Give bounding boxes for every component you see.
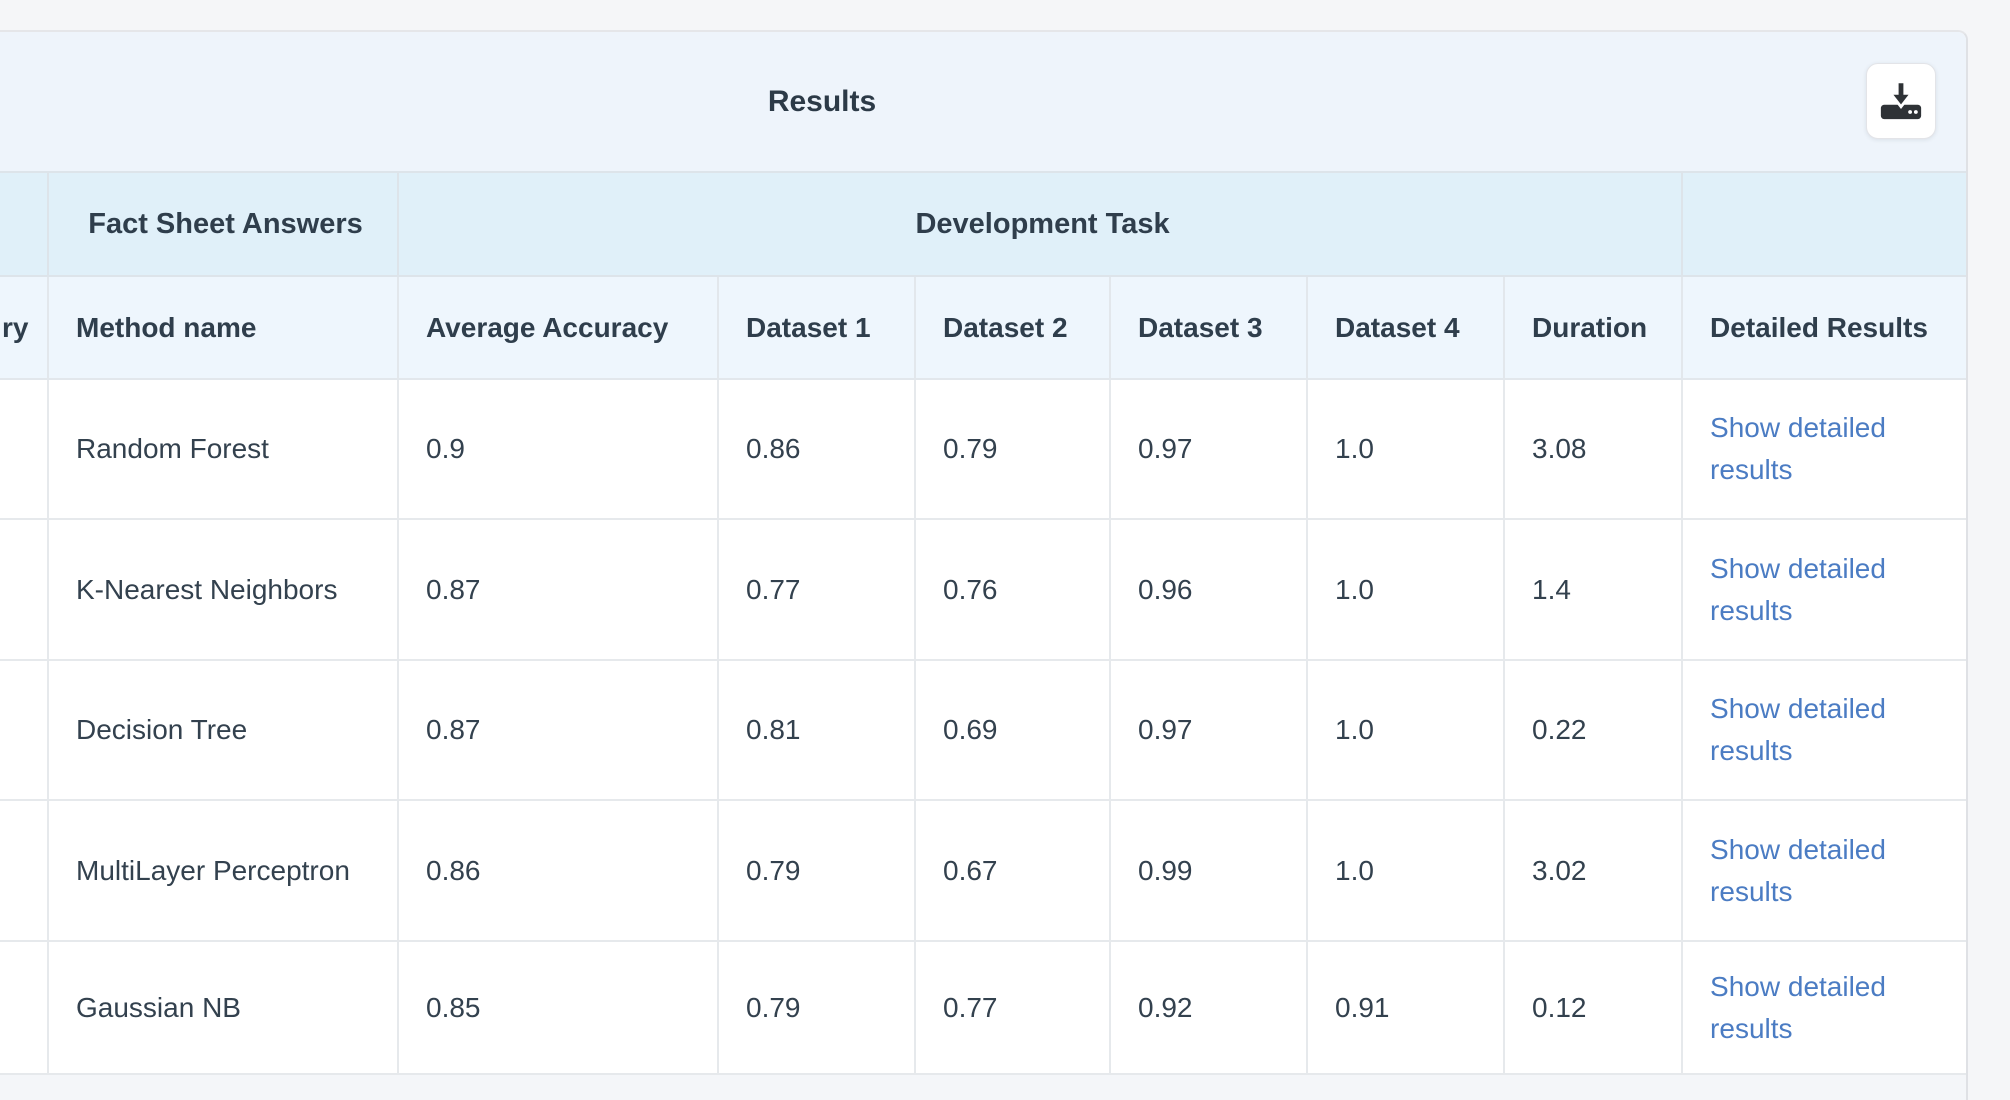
results-table: Fact Sheet Answers Development Task ry M… (0, 171, 1968, 1075)
method-name-cell: K-Nearest Neighbors (48, 519, 398, 660)
group-header-leading (0, 172, 48, 276)
dataset-4-cell: 1.0 (1307, 519, 1504, 660)
method-name-cell: MultiLayer Perceptron (48, 800, 398, 941)
results-header-band: Results (0, 32, 1966, 171)
page-title: Results (768, 85, 876, 119)
dataset-2-cell: 0.69 (915, 660, 1110, 800)
row-leading-cell (0, 800, 48, 941)
download-button[interactable] (1866, 63, 1936, 139)
dataset-4-cell: 1.0 (1307, 379, 1504, 519)
show-detailed-results-link[interactable]: Show detailed results (1710, 548, 1945, 632)
duration-cell: 0.12 (1504, 941, 1682, 1074)
row-leading-cell (0, 379, 48, 519)
average-accuracy-cell: 0.9 (398, 379, 718, 519)
duration-cell: 3.02 (1504, 800, 1682, 941)
dataset-2-cell: 0.77 (915, 941, 1110, 1074)
dataset-2-cell: 0.67 (915, 800, 1110, 941)
row-leading-cell (0, 660, 48, 800)
detailed-results-cell: Show detailed results (1682, 379, 1968, 519)
dataset-3-cell: 0.92 (1110, 941, 1307, 1074)
download-tray-icon (1878, 77, 1924, 126)
detailed-results-cell: Show detailed results (1682, 660, 1968, 800)
group-header-trailing (1682, 172, 1968, 276)
show-detailed-results-link[interactable]: Show detailed results (1710, 829, 1945, 913)
method-name-cell: Decision Tree (48, 660, 398, 800)
average-accuracy-cell: 0.85 (398, 941, 718, 1074)
dataset-2-cell: 0.76 (915, 519, 1110, 660)
duration-cell: 1.4 (1504, 519, 1682, 660)
dataset-4-cell: 0.91 (1307, 941, 1504, 1074)
show-detailed-results-link[interactable]: Show detailed results (1710, 688, 1945, 772)
dataset-1-cell: 0.79 (718, 800, 915, 941)
average-accuracy-cell: 0.87 (398, 660, 718, 800)
row-leading-cell (0, 519, 48, 660)
table-row: Gaussian NB 0.85 0.79 0.77 0.92 0.91 0.1… (0, 941, 1968, 1074)
dataset-4-cell: 1.0 (1307, 800, 1504, 941)
table-row: Random Forest 0.9 0.86 0.79 0.97 1.0 3.0… (0, 379, 1968, 519)
method-name-cell: Gaussian NB (48, 941, 398, 1074)
table-row: Decision Tree 0.87 0.81 0.69 0.97 1.0 0.… (0, 660, 1968, 800)
dataset-3-cell: 0.99 (1110, 800, 1307, 941)
detailed-results-cell: Show detailed results (1682, 800, 1968, 941)
row-leading-cell (0, 941, 48, 1074)
dataset-1-cell: 0.81 (718, 660, 915, 800)
dataset-3-cell: 0.97 (1110, 660, 1307, 800)
method-name-cell: Random Forest (48, 379, 398, 519)
column-header-row: ry Method name Average Accuracy Dataset … (0, 276, 1968, 379)
column-header-dataset-2: Dataset 2 (915, 276, 1110, 379)
results-panel: Results Fact Sheet Answ (0, 30, 1968, 1100)
column-header-dataset-4: Dataset 4 (1307, 276, 1504, 379)
panel-footer-strip (0, 1075, 1966, 1100)
dataset-4-cell: 1.0 (1307, 660, 1504, 800)
column-header-detailed-results: Detailed Results (1682, 276, 1968, 379)
dataset-1-cell: 0.79 (718, 941, 915, 1074)
table-row: MultiLayer Perceptron 0.86 0.79 0.67 0.9… (0, 800, 1968, 941)
column-header-average-accuracy: Average Accuracy (398, 276, 718, 379)
show-detailed-results-link[interactable]: Show detailed results (1710, 966, 1945, 1050)
column-header-method-name: Method name (48, 276, 398, 379)
detailed-results-cell: Show detailed results (1682, 941, 1968, 1074)
column-header-dataset-1: Dataset 1 (718, 276, 915, 379)
duration-cell: 3.08 (1504, 379, 1682, 519)
average-accuracy-cell: 0.86 (398, 800, 718, 941)
dataset-1-cell: 0.77 (718, 519, 915, 660)
group-header-development-task: Development Task (398, 172, 1682, 276)
column-header-dataset-3: Dataset 3 (1110, 276, 1307, 379)
group-header-row: Fact Sheet Answers Development Task (0, 172, 1968, 276)
dataset-1-cell: 0.86 (718, 379, 915, 519)
show-detailed-results-link[interactable]: Show detailed results (1710, 407, 1945, 491)
duration-cell: 0.22 (1504, 660, 1682, 800)
group-header-fact-sheet: Fact Sheet Answers (48, 172, 398, 276)
dataset-3-cell: 0.96 (1110, 519, 1307, 660)
table-row: K-Nearest Neighbors 0.87 0.77 0.76 0.96 … (0, 519, 1968, 660)
column-header-truncated: ry (0, 276, 48, 379)
average-accuracy-cell: 0.87 (398, 519, 718, 660)
column-header-duration: Duration (1504, 276, 1682, 379)
detailed-results-cell: Show detailed results (1682, 519, 1968, 660)
dataset-3-cell: 0.97 (1110, 379, 1307, 519)
dataset-2-cell: 0.79 (915, 379, 1110, 519)
